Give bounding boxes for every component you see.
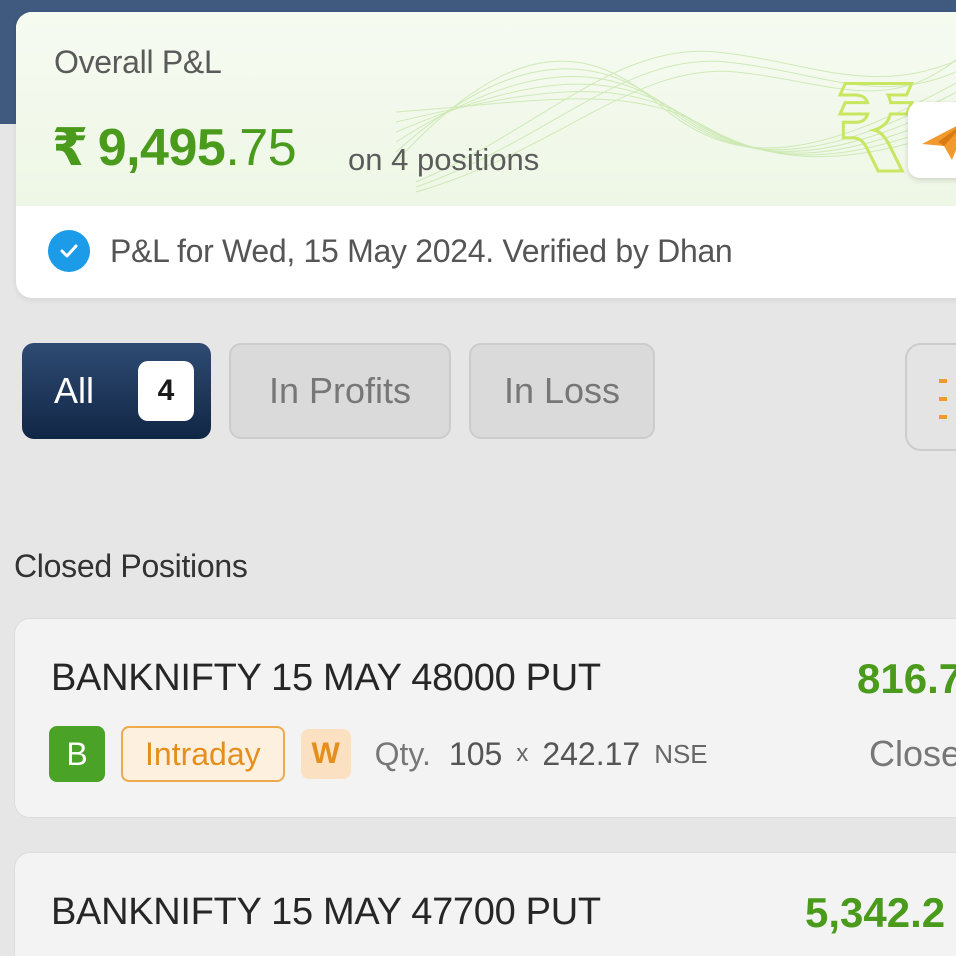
verified-text: P&L for Wed, 15 May 2024. Verified by Dh… [110, 232, 733, 269]
position-card[interactable]: BANKNIFTY 15 MAY 47700 PUT 5,342.2 [14, 852, 956, 956]
filter-all-count-badge: 4 [138, 361, 194, 421]
pnl-amount-whole: 9,495 [97, 119, 226, 177]
qty-value: 105 [448, 735, 503, 772]
position-card[interactable]: BANKNIFTY 15 MAY 48000 PUT 816.7 B Intra… [14, 618, 956, 818]
avg-price: 242.17 [542, 735, 641, 772]
overall-pnl-card: Overall P&L ₹9,495.75 on 4 positions ₹ P… [16, 12, 956, 298]
more-vertical-icon [939, 379, 947, 419]
filter-all-label: All [54, 370, 95, 411]
pnl-title: Overall P&L [54, 44, 222, 80]
pnl-card-header: Overall P&L ₹9,495.75 on 4 positions ₹ [16, 12, 956, 206]
position-pnl: 5,342.2 [805, 889, 946, 936]
position-name: BANKNIFTY 15 MAY 48000 PUT [51, 657, 601, 699]
verified-row: P&L for Wed, 15 May 2024. Verified by Dh… [48, 226, 733, 276]
position-name: BANKNIFTY 15 MAY 47700 PUT [51, 891, 601, 933]
position-pnl: 816.7 [857, 655, 956, 702]
pnl-amount: ₹9,495.75 [52, 118, 297, 178]
filter-all-chip[interactable]: All 4 [22, 343, 211, 439]
qty-label: Qty. [374, 735, 431, 772]
positions-count-text: on 4 positions [348, 142, 540, 177]
weekly-expiry-badge: W [300, 729, 351, 779]
position-status: Close [869, 733, 956, 774]
position-tags: B Intraday W Qty. 105 x 242.17 NSE [49, 725, 708, 783]
pnl-amount-decimal: .75 [225, 119, 297, 177]
buy-side-badge: B [49, 726, 105, 782]
product-type-badge: Intraday [121, 726, 285, 782]
verified-check-icon [48, 230, 90, 272]
filter-in-profits-chip[interactable]: In Profits [229, 343, 451, 439]
rupee-symbol: ₹ [52, 119, 88, 177]
exchange-label: NSE [654, 738, 708, 769]
filter-in-loss-chip[interactable]: In Loss [469, 343, 655, 439]
paper-plane-icon [922, 126, 956, 160]
multiply-sign: x [516, 740, 529, 767]
share-button[interactable] [908, 102, 956, 178]
rupee-decoration-icon: ₹ [833, 63, 919, 197]
section-title: Closed Positions [14, 548, 248, 584]
more-options-button[interactable] [905, 343, 956, 451]
